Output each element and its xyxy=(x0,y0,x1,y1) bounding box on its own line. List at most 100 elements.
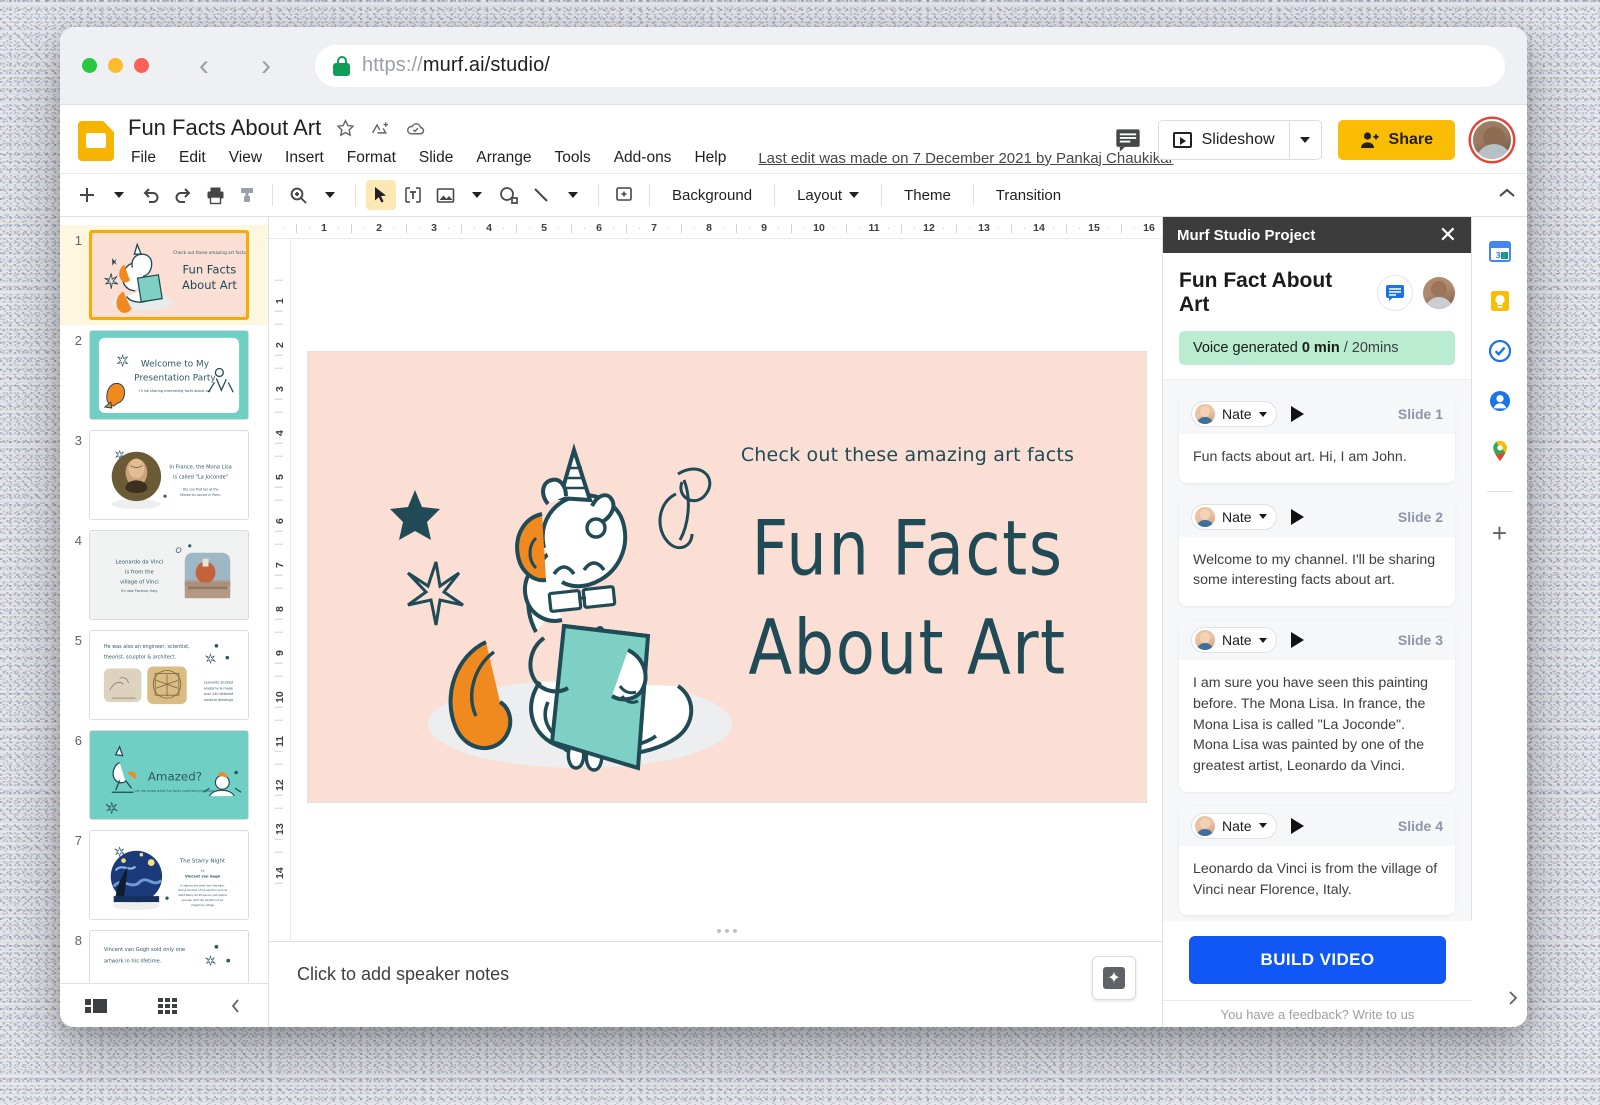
menu-slide[interactable]: Slide xyxy=(416,147,456,169)
line-button[interactable] xyxy=(526,180,556,210)
slide-thumbnail-2[interactable]: 2 Welcome to My Presentation Party I'll … xyxy=(60,325,268,425)
window-close-button[interactable] xyxy=(82,58,97,73)
menu-tools[interactable]: Tools xyxy=(552,147,594,169)
add-slide-button[interactable] xyxy=(72,180,102,210)
document-title[interactable]: Fun Facts About Art xyxy=(128,115,321,141)
forward-button[interactable]: › xyxy=(253,50,279,80)
add-app-button[interactable]: + xyxy=(1492,520,1507,546)
vertical-ruler[interactable]: | 1 | | 2 | | 3 | | 4 | | 5 | | 6 | | 7 | | 8 | | 9 | | 10 | | 11 | | 12 | |… xyxy=(269,239,291,941)
share-button[interactable]: Share xyxy=(1337,120,1455,160)
back-button[interactable]: ‹ xyxy=(191,50,217,80)
google-calendar-icon[interactable]: 31 xyxy=(1488,239,1512,263)
script-card[interactable]: Nate Slide 4 Leonardo da Vinci is from the… xyxy=(1179,805,1455,916)
play-icon[interactable] xyxy=(1290,406,1304,422)
user-avatar[interactable] xyxy=(1471,119,1513,161)
play-icon[interactable] xyxy=(1290,817,1304,834)
script-text[interactable]: I am sure you have seen this painting be… xyxy=(1179,660,1455,792)
explore-button[interactable] xyxy=(1092,956,1136,1000)
voice-selector[interactable]: Nate xyxy=(1191,812,1277,839)
star-icon[interactable] xyxy=(335,118,356,139)
chat-icon[interactable] xyxy=(1377,275,1413,311)
play-icon[interactable] xyxy=(1290,632,1304,649)
slide-thumbnail-6[interactable]: 6 Amazed? Let me know what fun facts sur… xyxy=(60,725,268,825)
comment-icon[interactable] xyxy=(1114,127,1142,153)
close-icon[interactable]: ✕ xyxy=(1439,224,1457,246)
current-slide[interactable]: Check out these amazing art facts Fun Fa… xyxy=(307,352,1146,802)
slide-thumbnail-image[interactable]: Leonardo da Vinci is from the village of… xyxy=(89,530,249,620)
menu-edit[interactable]: Edit xyxy=(176,147,209,169)
menu-arrange[interactable]: Arrange xyxy=(473,147,534,169)
redo-button[interactable] xyxy=(168,180,198,210)
slide-thumbnail-image[interactable]: Amazed? Let me know what fun facts surpr… xyxy=(89,730,249,820)
build-video-button[interactable]: BUILD VIDEO xyxy=(1189,936,1446,984)
add-comment-button[interactable] xyxy=(609,180,639,210)
slide-thumbnail-5[interactable]: 5 He was also an engineer, scientist, th… xyxy=(60,625,268,725)
slide-thumbnail-image[interactable]: Welcome to My Presentation Party I'll be… xyxy=(89,330,249,420)
slide-thumbnail-1[interactable]: 1 Check out these amazing art facts Fun … xyxy=(60,225,268,325)
google-maps-icon[interactable] xyxy=(1488,439,1512,463)
google-contacts-icon[interactable] xyxy=(1488,389,1512,413)
text-box-button[interactable] xyxy=(398,180,428,210)
slide-thumbnail-7[interactable]: 7 The Starry Night by Vincent van Gogh I… xyxy=(60,825,268,925)
slideshow-dropdown-button[interactable] xyxy=(1288,121,1321,159)
print-button[interactable] xyxy=(200,180,230,210)
select-tool-button[interactable] xyxy=(366,180,396,210)
layout-button[interactable]: Layout xyxy=(785,187,871,204)
script-text[interactable]: Welcome to my channel. I'll be sharing s… xyxy=(1179,537,1455,606)
feedback-footer[interactable]: You have a feedback? Write to us xyxy=(1163,1000,1472,1027)
play-icon[interactable] xyxy=(1290,508,1304,525)
google-tasks-icon[interactable] xyxy=(1488,339,1512,363)
window-maximize-button[interactable] xyxy=(134,58,149,73)
line-dropdown[interactable] xyxy=(558,180,588,210)
expand-rail-icon[interactable] xyxy=(1507,989,1519,1013)
murf-user-avatar[interactable] xyxy=(1423,277,1455,309)
theme-button[interactable]: Theme xyxy=(892,187,963,204)
address-bar[interactable]: https://murf.ai/studio/ xyxy=(315,44,1505,87)
voice-selector[interactable]: Nate xyxy=(1191,627,1277,654)
zoom-button[interactable] xyxy=(283,180,313,210)
voice-selector[interactable]: Nate xyxy=(1191,503,1277,530)
slide-thumbnail-image[interactable]: Check out these amazing art facts Fun Fa… xyxy=(89,230,249,320)
slide-text-block[interactable]: Check out these amazing art facts Fun Fa… xyxy=(708,444,1108,693)
transition-button[interactable]: Transition xyxy=(984,187,1073,204)
background-button[interactable]: Background xyxy=(660,187,764,204)
add-slide-dropdown[interactable] xyxy=(104,180,134,210)
script-card[interactable]: Nate Slide 3 I am sure you have seen this … xyxy=(1179,620,1455,792)
slide-thumbnail-image[interactable]: He was also an engineer, scientist, theo… xyxy=(89,630,249,720)
speaker-notes-placeholder[interactable]: Click to add speaker notes xyxy=(297,964,1162,985)
filmstrip-view-icon[interactable] xyxy=(85,997,108,1015)
slideshow-button[interactable]: Slideshow xyxy=(1159,121,1289,159)
cloud-saved-icon[interactable] xyxy=(405,118,426,139)
notes-resize-grip[interactable] xyxy=(716,929,737,933)
menu-insert[interactable]: Insert xyxy=(282,147,327,169)
window-minimize-button[interactable] xyxy=(108,58,123,73)
google-keep-icon[interactable] xyxy=(1488,289,1512,313)
move-to-drive-icon[interactable] xyxy=(370,118,391,139)
speaker-notes-panel[interactable]: Click to add speaker notes xyxy=(269,941,1162,1027)
zoom-dropdown[interactable] xyxy=(315,180,345,210)
script-text[interactable]: Fun facts about art. Hi, I am John. xyxy=(1179,434,1455,483)
script-text[interactable]: Leonardo da Vinci is from the village of… xyxy=(1179,846,1455,915)
paint-format-button[interactable] xyxy=(232,180,262,210)
undo-button[interactable] xyxy=(136,180,166,210)
menu-addons[interactable]: Add-ons xyxy=(611,147,675,169)
slide-filmstrip[interactable]: 1 Check out these amazing art facts Fun … xyxy=(60,217,269,1027)
slide-thumbnail-3[interactable]: 3 In France, the Mona Lisa is called "La… xyxy=(60,425,268,525)
slide-thumbnail-image[interactable]: In France, the Mona Lisa is called "La J… xyxy=(89,430,249,520)
canvas-area[interactable]: Check out these amazing art facts Fun Fa… xyxy=(291,239,1162,941)
menu-help[interactable]: Help xyxy=(691,147,729,169)
script-card[interactable]: Nate Slide 1 Fun facts about art. Hi, I am… xyxy=(1179,394,1455,483)
horizontal-ruler[interactable]: · | · 1 · | · 2 · | · 3 · | · 4 · | · 5 · | · 6 · | · 7 · | · 8 · | · 9 · | · 1… xyxy=(269,217,1162,239)
shape-button[interactable] xyxy=(494,180,524,210)
collapse-filmstrip-icon[interactable] xyxy=(229,997,243,1015)
last-edit-link[interactable]: Last edit was made on 7 December 2021 by… xyxy=(758,150,1173,167)
slide-thumbnail-4[interactable]: 4 Leonardo da Vinci is from the village … xyxy=(60,525,268,625)
insert-image-dropdown[interactable] xyxy=(462,180,492,210)
menu-file[interactable]: File xyxy=(128,147,159,169)
menu-view[interactable]: View xyxy=(226,147,265,169)
voice-selector[interactable]: Nate xyxy=(1191,401,1277,427)
collapse-toolbar-button[interactable] xyxy=(1497,186,1517,205)
menu-format[interactable]: Format xyxy=(344,147,399,169)
insert-image-button[interactable] xyxy=(430,180,460,210)
grid-view-icon[interactable] xyxy=(157,997,178,1014)
